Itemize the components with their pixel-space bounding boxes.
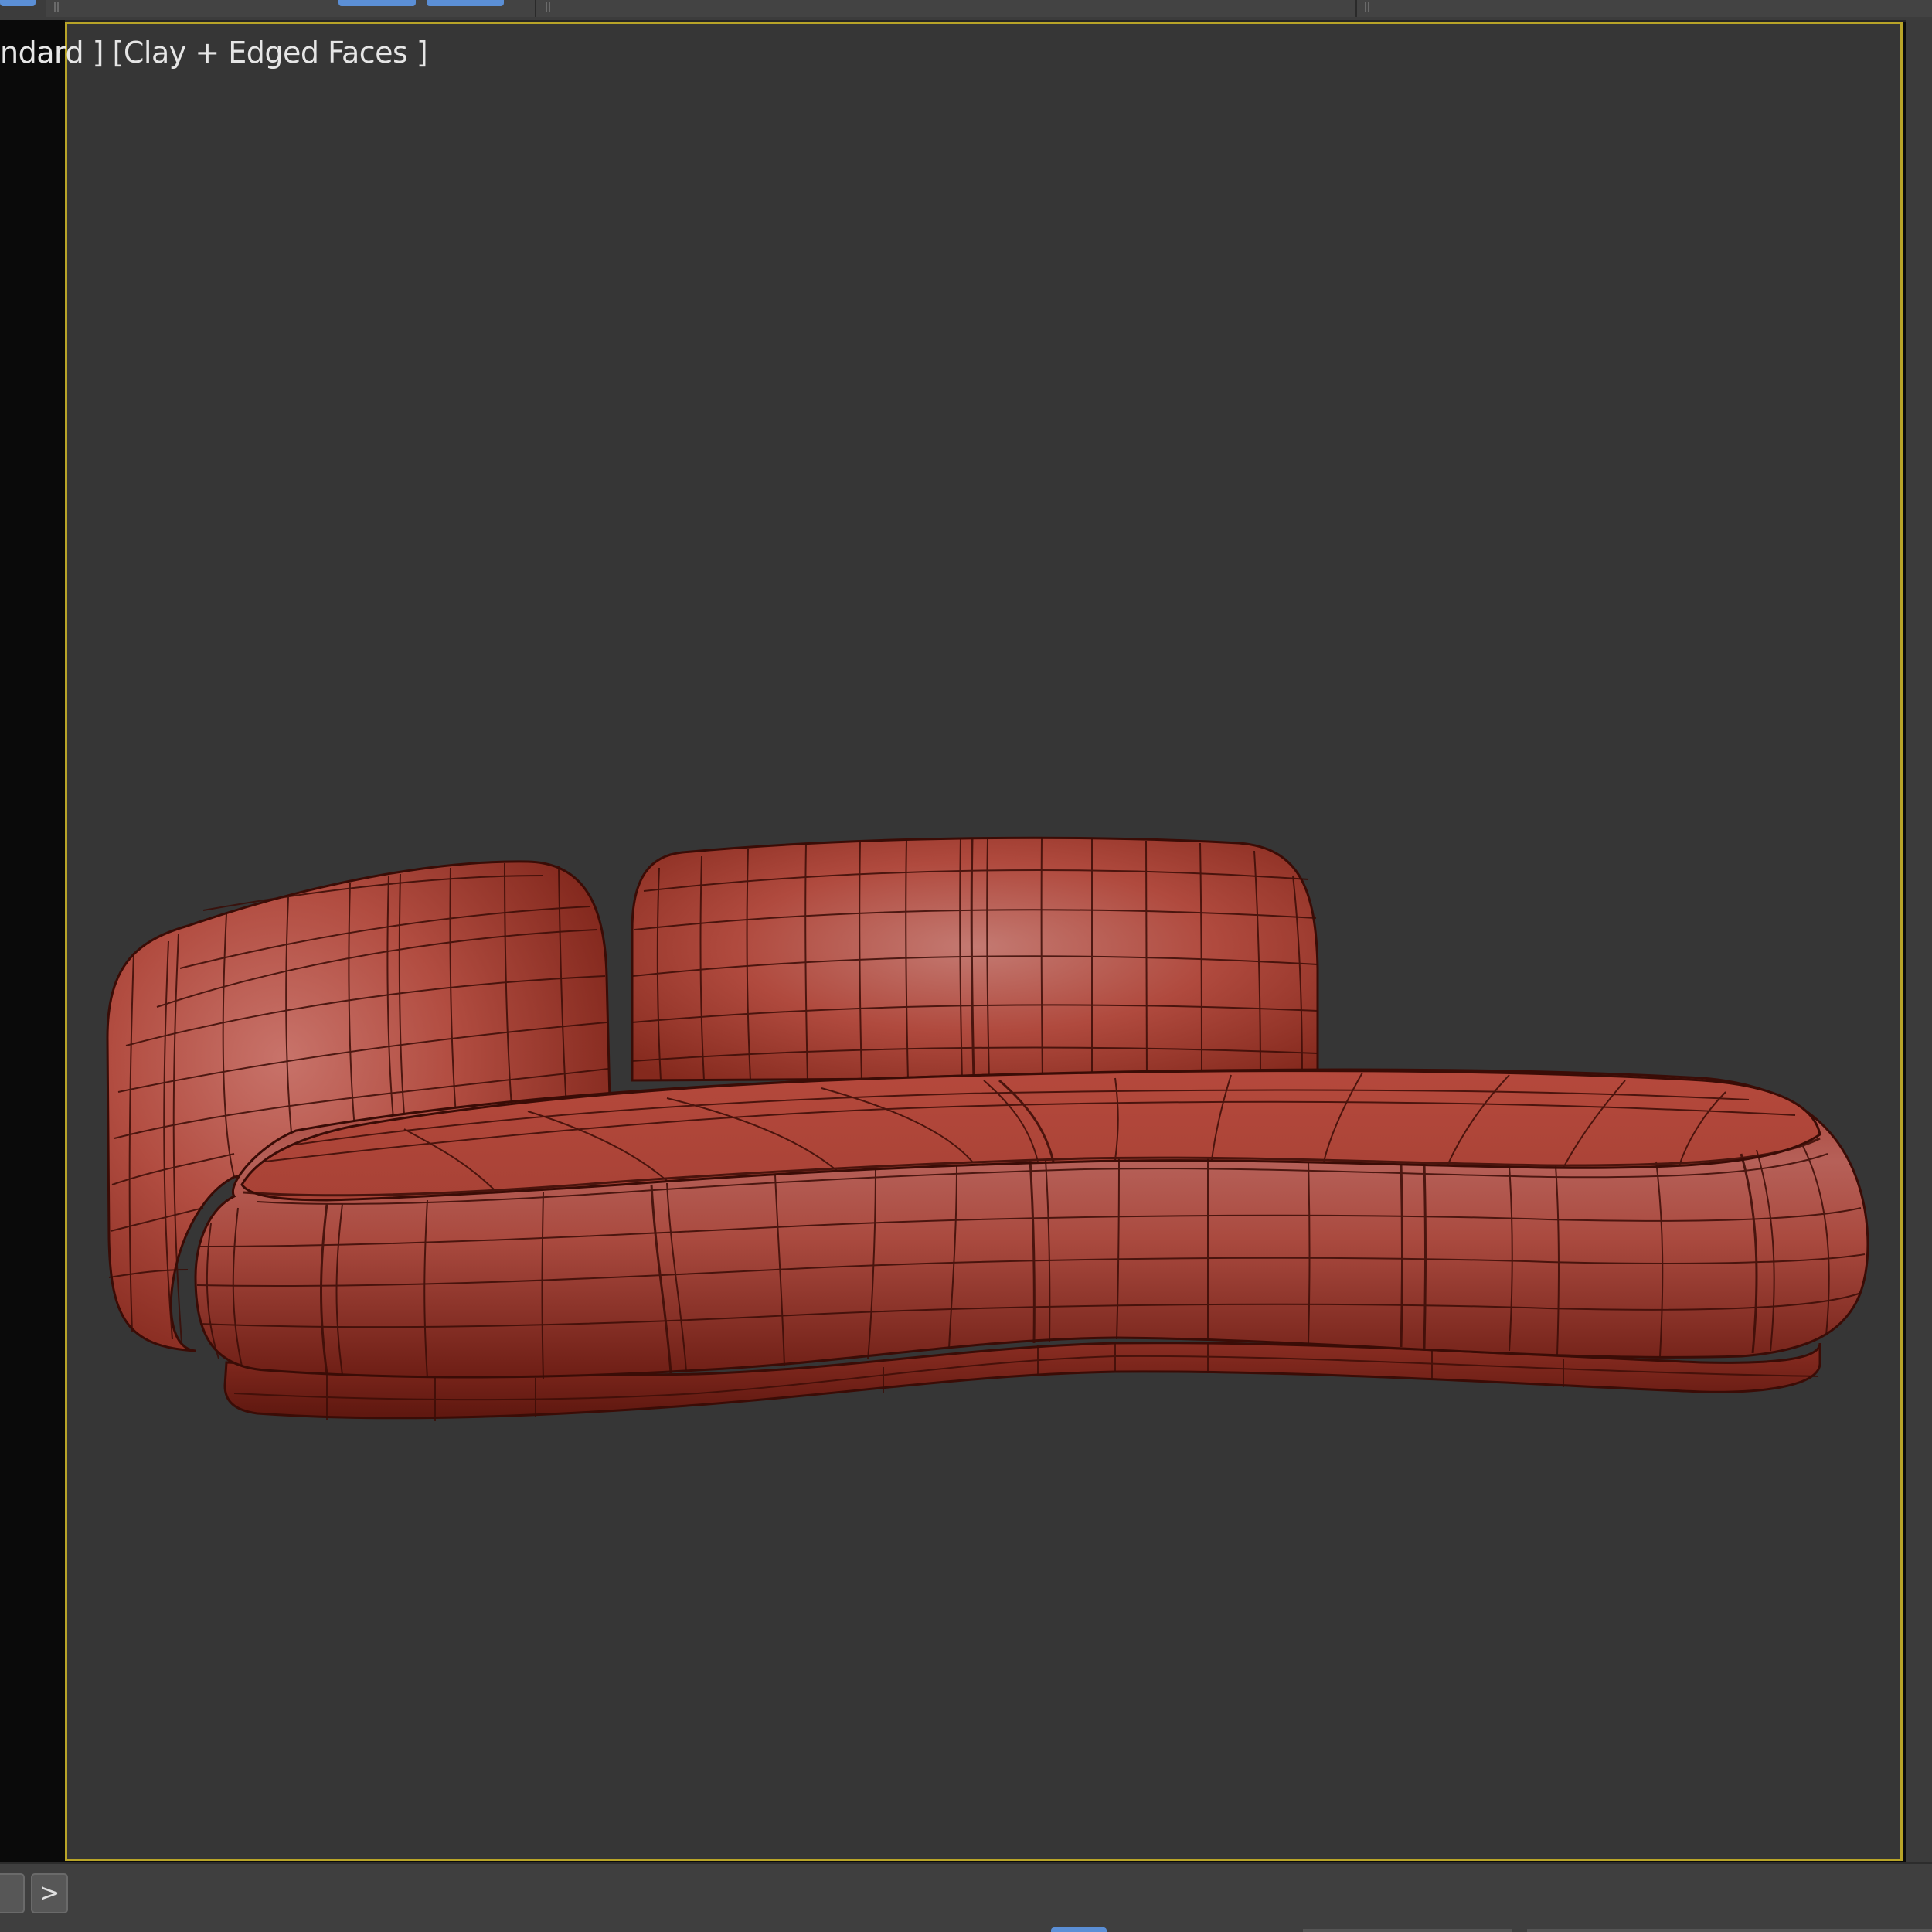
next-frame-button[interactable]: > xyxy=(31,1873,68,1913)
viewport-shading-label[interactable]: ndard ] [Clay + Edged Faces ] xyxy=(0,36,428,70)
left-panel-strip xyxy=(0,20,65,1862)
3d-application: ndard ] [Clay + Edged Faces ] > xyxy=(0,0,1932,1932)
sofa-model[interactable] xyxy=(67,24,1900,1859)
bottom-timeline-bar: > xyxy=(0,1862,1932,1932)
prev-frame-button[interactable] xyxy=(0,1873,25,1913)
timeline-slot xyxy=(1527,1929,1932,1932)
center-back-cushion xyxy=(631,836,1319,1082)
timeline-slider-handle[interactable] xyxy=(1051,1927,1107,1932)
right-panel-strip xyxy=(1906,20,1932,1862)
perspective-viewport[interactable] xyxy=(65,22,1903,1861)
timeline-slot xyxy=(1303,1929,1512,1932)
seat-cushion xyxy=(194,1068,1869,1380)
viewport-label-area: ndard ] [Clay + Edged Faces ] xyxy=(0,0,1932,93)
